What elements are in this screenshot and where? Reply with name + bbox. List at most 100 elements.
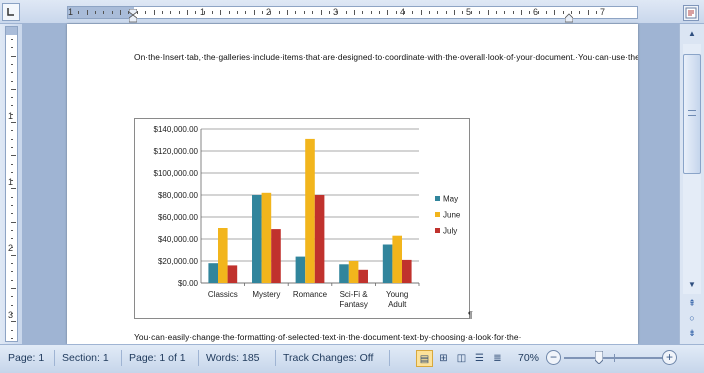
web-layout-view-button[interactable]: ◫ [453, 350, 470, 367]
embedded-chart[interactable]: $0.00 $20,000.00 $40,000.00 $60,000.00 $80,0… [134, 118, 470, 319]
ruler-tick [479, 11, 481, 14]
chart-canvas: $0.00 $20,000.00 $40,000.00 $60,000.00 $80,0… [154, 125, 461, 309]
ruler-tick [587, 10, 589, 15]
vertical-ruler-scale[interactable]: 1 1 2 3 [5, 26, 18, 348]
bar-july-4 [401, 259, 412, 283]
view-ruler-button[interactable] [683, 5, 699, 21]
y-tick-label: $60,000.00 [158, 213, 199, 222]
ruler-tick [178, 11, 180, 14]
ruler-scale[interactable]: 1 1 2 3 4 5 6 7 [67, 6, 638, 23]
ruler-tick [78, 11, 80, 14]
vertical-ruler[interactable]: 1 1 2 3 [0, 24, 22, 348]
vruler-tick [11, 271, 13, 273]
ruler-tick [95, 11, 97, 14]
bar-july-2 [314, 195, 325, 283]
document-page[interactable]: On·the·Insert·tab,·the·galleries·include… [67, 24, 638, 344]
section-status[interactable]: Section: 1 [62, 352, 109, 364]
select-browse-object-icon: ○ [689, 313, 695, 323]
print-layout-view-button[interactable]: ▤ [416, 350, 433, 367]
scrollbar-track[interactable] [683, 44, 701, 294]
vruler-tick [11, 229, 13, 231]
vruler-tick [11, 146, 13, 148]
ruler-tick [345, 11, 347, 14]
y-tick-label: $40,000.00 [158, 235, 199, 244]
ruler-tick [262, 11, 264, 14]
vruler-tick [11, 180, 13, 182]
word-count-status[interactable]: Words: 185 [206, 352, 260, 364]
zoom-level-button[interactable]: 70% [518, 352, 539, 364]
vruler-tick [11, 205, 13, 206]
bar-june-1 [261, 192, 272, 283]
ruler-tick [111, 11, 113, 14]
ruler-tick [520, 10, 522, 15]
ruler-tick [228, 11, 230, 14]
zoom-in-button[interactable]: + [662, 350, 677, 365]
zoom-out-button[interactable]: − [546, 350, 561, 365]
right-indent-marker[interactable] [565, 9, 573, 23]
legend-label: July [443, 227, 457, 236]
track-changes-status[interactable]: Track Changes: Off [283, 352, 373, 364]
left-indent-marker[interactable] [129, 9, 137, 23]
vruler-tick [11, 163, 13, 165]
zoom-slider-thumb[interactable] [595, 351, 604, 364]
tab-selector-button[interactable] [2, 3, 20, 21]
legend-swatch [435, 196, 440, 201]
ruler-tick [404, 11, 405, 14]
ruler-tick [86, 10, 88, 15]
next-page-button[interactable]: ⇟ [684, 326, 700, 340]
outline-icon: ☰ [475, 353, 484, 364]
left-tab-icon [7, 8, 14, 16]
body-paragraph-2[interactable]: You·can·easily·change·the·formatting·of·… [134, 330, 574, 344]
view-ruler-icon [685, 7, 697, 19]
ruler-tick [445, 11, 447, 14]
scroll-up-arrow-icon: ▲ [688, 29, 696, 38]
next-page-icon: ⇟ [688, 328, 696, 338]
vruler-tick [11, 254, 16, 256]
ruler-tick [370, 11, 372, 14]
vertical-scrollbar[interactable]: ▲ ▼ ⇞ ○ ⇟ [679, 24, 704, 344]
ruler-tick [487, 10, 489, 15]
vruler-tick [11, 63, 13, 65]
vruler-tick [11, 246, 13, 248]
x-tick-label: Romance [293, 290, 328, 299]
page-number-status[interactable]: Page: 1 [8, 352, 44, 364]
ruler-tick [195, 11, 197, 14]
ruler-tick [420, 10, 422, 15]
select-browse-object-button[interactable]: ○ [684, 311, 700, 325]
full-screen-reading-view-button[interactable]: ⊞ [435, 350, 452, 367]
ruler-number: 7 [600, 7, 606, 17]
outline-view-button[interactable]: ☰ [471, 350, 488, 367]
scroll-down-button[interactable]: ▼ [684, 278, 700, 292]
vruler-tick [11, 47, 13, 49]
ruler-tick [270, 11, 272, 14]
body-paragraph-1[interactable]: On·the·Insert·tab,·the·galleries·include… [134, 50, 638, 65]
page-of-status[interactable]: Page: 1 of 1 [129, 352, 186, 364]
status-divider [275, 350, 276, 366]
status-bar: Page: 1 Section: 1 Page: 1 of 1 Words: 1… [0, 344, 704, 373]
ruler-tick [545, 11, 547, 14]
ruler-tick [186, 10, 188, 15]
ruler-tick [278, 11, 280, 14]
status-divider [121, 350, 122, 366]
vruler-tick [11, 155, 16, 157]
ruler-tick [245, 11, 247, 14]
chart-resize-handle[interactable]: ¶ [468, 311, 476, 320]
scroll-up-button[interactable]: ▲ [684, 27, 700, 41]
vruler-tick [11, 105, 13, 107]
x-tick-label: Adult [388, 300, 407, 309]
y-tick-label: $100,000.00 [154, 169, 199, 178]
scrollbar-grip [688, 110, 696, 116]
ruler-tick [395, 11, 397, 14]
legend-label: May [443, 195, 458, 204]
horizontal-ruler[interactable]: 1 1 2 3 4 5 6 7 [0, 0, 704, 24]
vruler-tick [11, 329, 13, 331]
draft-view-button[interactable]: ≣ [489, 350, 506, 367]
previous-page-button[interactable]: ⇞ [684, 296, 700, 310]
scrollbar-thumb[interactable] [683, 54, 701, 174]
vruler-tick [11, 171, 13, 173]
ruler-tick [337, 11, 339, 14]
ruler-tick [220, 10, 222, 15]
ruler-tick [312, 11, 314, 14]
x-tick-label: Sci-Fi & [340, 290, 369, 299]
vruler-tick [11, 39, 13, 40]
